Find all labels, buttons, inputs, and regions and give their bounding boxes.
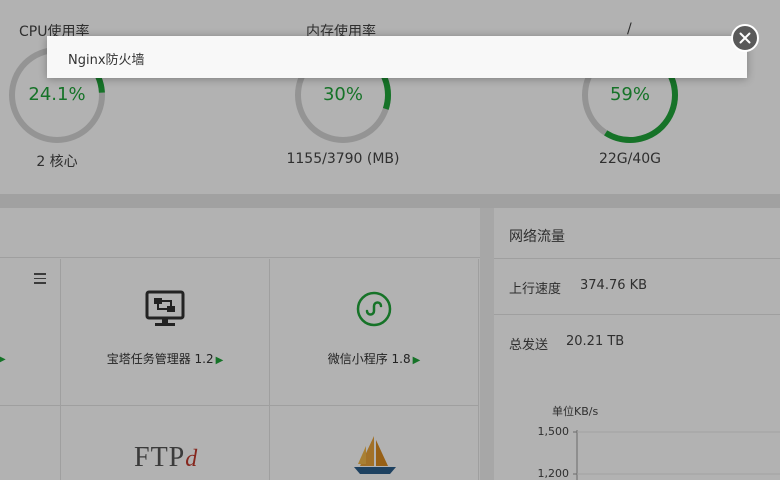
close-dialog-button[interactable] [731,24,759,52]
dialog-title: Nginx防火墙 [68,53,145,68]
close-icon [739,32,751,44]
nginx-firewall-dialog: Nginx防火墙 [47,36,747,78]
